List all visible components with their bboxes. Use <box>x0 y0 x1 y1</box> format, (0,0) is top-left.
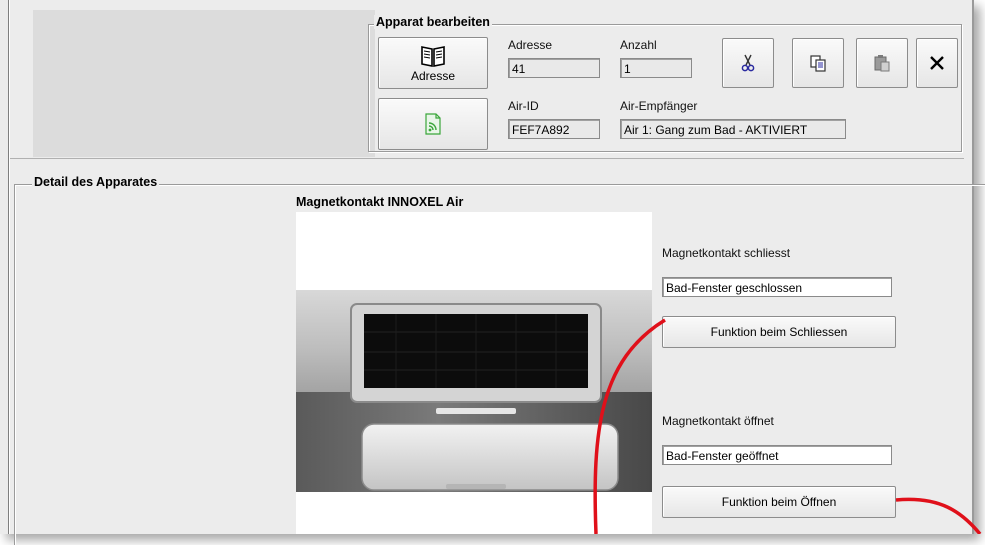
red-annotation <box>593 318 982 534</box>
annotation-curve-open <box>895 497 982 534</box>
annotation-curve-close <box>593 318 666 534</box>
